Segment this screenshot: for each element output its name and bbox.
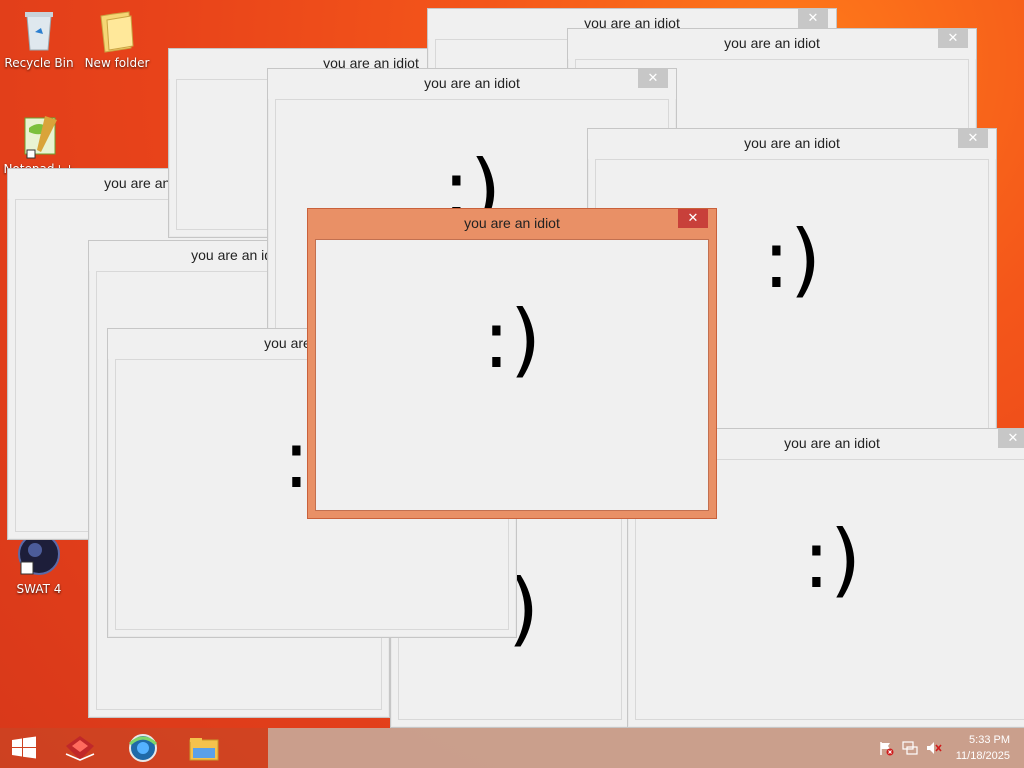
smiley-face: :) <box>802 513 862 606</box>
close-button[interactable]: ✕ <box>638 69 668 88</box>
idiot-window-active[interactable]: you are an idiot ✕ :) <box>307 208 717 519</box>
file-explorer-icon[interactable] <box>186 732 222 764</box>
app-red-icon[interactable] <box>62 732 98 764</box>
window-titlebar[interactable]: you are an idiot ✕ <box>308 209 716 239</box>
close-button[interactable]: ✕ <box>678 209 708 228</box>
smiley-face: :) <box>482 293 542 386</box>
desktop: Recycle Bin New folder Notepad++ <box>0 0 1024 728</box>
window-title: you are an idiot <box>464 215 560 231</box>
close-button[interactable]: ✕ <box>998 429 1024 448</box>
clock-time: 5:33 PM <box>969 734 1010 746</box>
window-title: you are an idiot <box>424 75 520 91</box>
window-title: you are an idiot <box>724 35 820 51</box>
desktop-icon-new-folder[interactable]: New folder <box>79 6 155 70</box>
volume-muted-icon[interactable] <box>926 740 942 756</box>
taskbar: 5:33 PM 11/18/2025 <box>0 728 1024 768</box>
flag-icon[interactable] <box>878 740 894 756</box>
desktop-icon-recycle-bin[interactable]: Recycle Bin <box>1 6 77 70</box>
window-titlebar[interactable]: you are an idiot ✕ <box>568 29 976 59</box>
clock-date: 11/18/2025 <box>955 750 1010 762</box>
recycle-bin-label: Recycle Bin <box>4 56 74 70</box>
desktop-icon-notepadpp[interactable]: Notepad++ <box>1 112 77 176</box>
recycle-bin-icon <box>15 6 63 54</box>
folder-icon <box>93 6 141 54</box>
system-tray: 5:33 PM 11/18/2025 <box>864 728 1024 768</box>
close-button[interactable]: ✕ <box>938 29 968 48</box>
clock[interactable]: 5:33 PM 11/18/2025 <box>956 732 1010 764</box>
notepadpp-icon <box>15 112 63 160</box>
network-icon[interactable] <box>902 740 918 756</box>
close-button[interactable]: ✕ <box>798 9 828 28</box>
close-button[interactable]: ✕ <box>958 129 988 148</box>
window-client: :) <box>315 239 709 511</box>
window-titlebar[interactable]: you are an idiot ✕ <box>588 129 996 159</box>
desktop-icon-swat4[interactable]: SWAT 4 <box>1 532 77 596</box>
new-folder-label: New folder <box>84 56 150 70</box>
window-title: you are an idiot <box>744 135 840 151</box>
swat4-label: SWAT 4 <box>16 582 62 596</box>
window-titlebar[interactable]: you are an idiot ✕ <box>268 69 676 99</box>
browser-icon[interactable] <box>125 732 161 764</box>
windows-start-icon[interactable] <box>6 732 42 764</box>
